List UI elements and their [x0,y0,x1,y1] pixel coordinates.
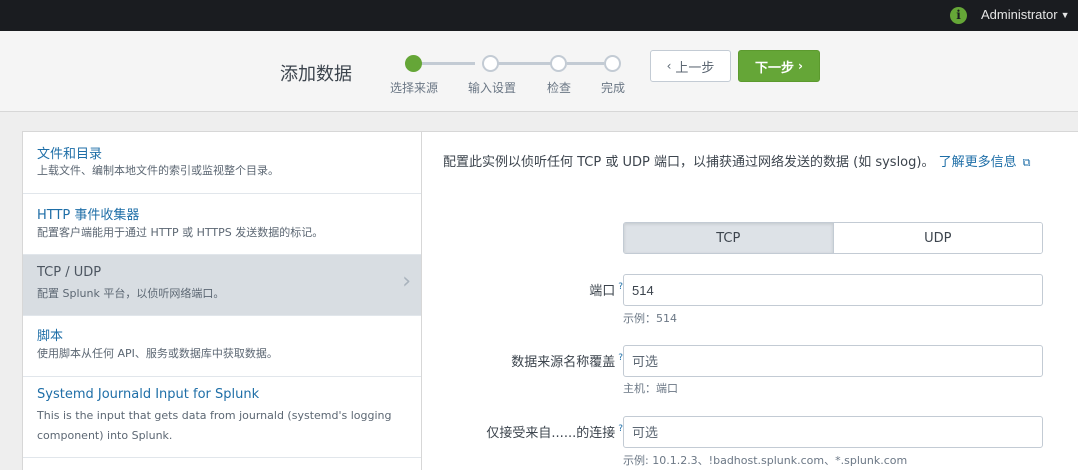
intro-description: 配置此实例以侦听任何 TCP 或 UDP 端口，以捕获通过网络发送的数据 (如 … [443,155,935,170]
source-item-http-event-collector[interactable]: HTTP 事件收集器 配置客户端能用于通过 HTTP 或 HTTPS 发送数据的… [23,194,421,255]
port-help: 示例：514 [623,312,677,325]
config-panel: 配置此实例以侦听任何 TCP 或 UDP 端口，以捕获通过网络发送的数据 (如 … [423,132,1078,470]
source-item-systemd-journald[interactable]: Systemd Journald Input for Splunk This i… [23,377,421,458]
step-dot-4 [604,55,621,72]
protocol-toggle: TCP UDP [623,222,1043,254]
source-title: 脚本 [37,329,64,344]
chevron-right-icon: › [798,59,803,73]
wizard-steps: 选择来源 输入设置 检查 完成 [0,31,1078,112]
source-title: HTTP 事件收集器 [37,208,140,223]
source-desc: 配置 Splunk 平台，以侦听网络端口。 [37,287,225,300]
user-name: Administrator [981,7,1058,22]
source-item-tcp-udp[interactable]: TCP / UDP 配置 Splunk 平台，以侦听网络端口。 › [23,255,421,316]
source-item-files[interactable]: 文件和目录 上载文件、编制本地文件的索引或监视整个目录。 [23,132,421,194]
source-title: 文件和目录 [37,147,103,162]
accept-from-input[interactable] [623,416,1043,448]
source-list: 文件和目录 上载文件、编制本地文件的索引或监视整个目录。 HTTP 事件收集器 … [23,132,422,470]
next-button[interactable]: 下一步 › [738,50,820,82]
source-item-scripts[interactable]: 脚本 使用脚本从任何 API、服务或数据库中获取数据。 [23,316,421,377]
source-desc: 上载文件、编制本地文件的索引或监视整个目录。 [37,164,279,177]
previous-button-label: 上一步 [675,60,715,76]
step-dot-1 [405,55,422,72]
source-title: TCP / UDP [37,265,102,280]
port-label-text: 端口 [589,284,616,299]
chevron-left-icon: ‹ [666,59,672,73]
port-input[interactable] [623,274,1043,306]
source-desc: 使用脚本从任何 API、服务或数据库中获取数据。 [37,347,278,360]
source-title: Systemd Journald Input for Splunk [37,387,260,402]
step-label-3: 检查 [546,81,572,95]
source-desc: 配置客户端能用于通过 HTTP 或 HTTPS 发送数据的标记。 [37,226,324,239]
step-connector [567,62,604,65]
step-label-4: 完成 [600,81,626,95]
step-connector [421,62,475,65]
tcp-button[interactable]: TCP [624,223,834,253]
step-dot-2 [482,55,499,72]
accept-from-label-text: 仅接受来自......的连接 [486,426,616,441]
source-name-override-input[interactable] [623,345,1043,377]
udp-button[interactable]: UDP [833,223,1042,253]
accept-from-label: 仅接受来自......的连接? [486,422,623,441]
previous-button[interactable]: ‹ 上一步 [650,50,731,82]
intro-text: 配置此实例以侦听任何 TCP 或 UDP 端口，以捕获通过网络发送的数据 (如 … [443,152,1063,174]
next-button-label: 下一步 [755,60,795,76]
step-connector [498,62,551,65]
learn-more-link[interactable]: 了解更多信息 ⧉ [939,155,1031,170]
source-desc: This is the input that gets data from jo… [37,409,392,442]
wizard-header: 添加数据 选择来源 输入设置 检查 完成 ‹ 上一步 下一步 › [0,31,1078,112]
caret-down-icon: ▼ [1060,10,1070,20]
learn-more-label: 了解更多信息 [938,155,1017,170]
external-link-icon: ⧉ [1022,156,1031,169]
step-label-1: 选择来源 [389,81,439,95]
top-bar: i Administrator ▼ [0,0,1078,31]
main-panel: 文件和目录 上载文件、编制本地文件的索引或监视整个目录。 HTTP 事件收集器 … [22,131,1078,470]
port-label: 端口? [589,280,623,299]
step-dot-3 [550,55,567,72]
source-name-override-label: 数据来源名称覆盖? [511,351,623,370]
user-menu[interactable]: Administrator ▼ [981,7,1070,22]
chevron-right-icon: › [402,269,411,294]
source-name-override-label-text: 数据来源名称覆盖 [511,355,616,370]
step-label-2: 输入设置 [467,81,517,95]
source-name-override-help: 主机：端口 [623,382,678,395]
accept-from-help: 示例: 10.1.2.3、!badhost.splunk.com、*.splun… [623,454,908,467]
info-circle-icon[interactable]: i [950,7,967,24]
